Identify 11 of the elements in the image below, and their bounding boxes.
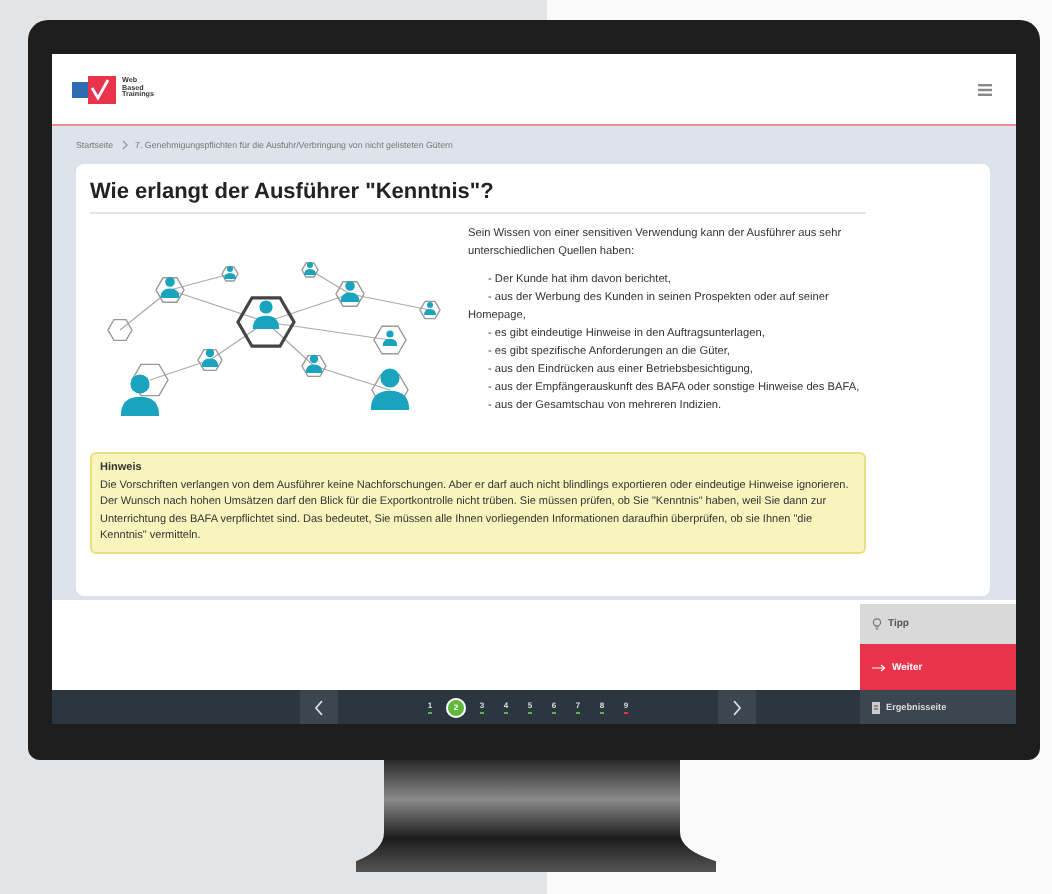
lightbulb-icon bbox=[872, 618, 882, 630]
previous-button[interactable] bbox=[300, 690, 338, 724]
menu-icon[interactable] bbox=[978, 83, 992, 95]
logo-icon bbox=[72, 75, 116, 103]
arrow-right-icon bbox=[872, 663, 886, 671]
chevron-right-icon bbox=[732, 699, 742, 715]
next-page-button[interactable] bbox=[718, 690, 756, 724]
document-icon bbox=[872, 701, 880, 713]
chevron-right-icon bbox=[121, 140, 128, 150]
chevron-left-icon bbox=[314, 699, 324, 715]
page-title: Wie erlangt der Ausführer "Kenntnis"? bbox=[90, 176, 866, 214]
